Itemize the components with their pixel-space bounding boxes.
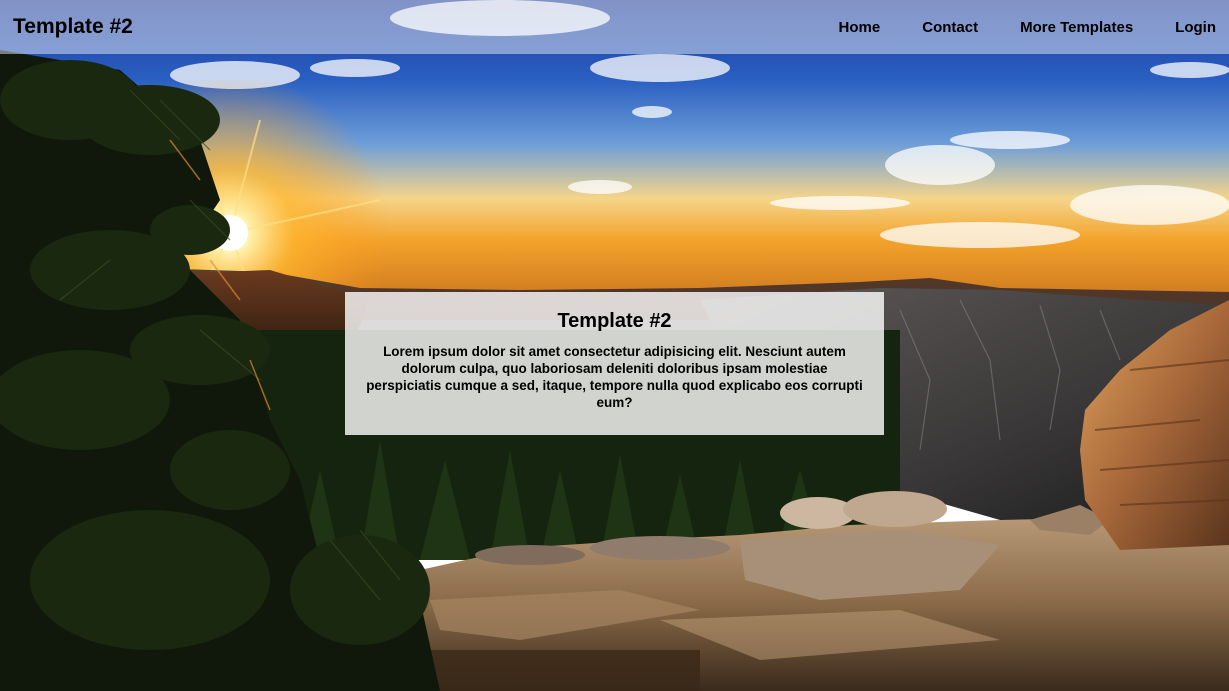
nav-link-home[interactable]: Home <box>839 19 881 36</box>
nav-link-contact[interactable]: Contact <box>922 19 978 36</box>
main-nav: Home Contact More Templates Login <box>839 19 1216 36</box>
hero-card: Template #2 Lorem ipsum dolor sit amet c… <box>345 292 884 435</box>
hero-card-title: Template #2 <box>557 310 672 332</box>
nav-link-more-templates[interactable]: More Templates <box>1020 19 1133 36</box>
site-brand[interactable]: Template #2 <box>13 15 133 39</box>
top-navbar: Template #2 Home Contact More Templates … <box>0 0 1229 54</box>
hero-card-body: Lorem ipsum dolor sit amet consectetur a… <box>366 344 863 410</box>
nav-link-login[interactable]: Login <box>1175 19 1216 36</box>
